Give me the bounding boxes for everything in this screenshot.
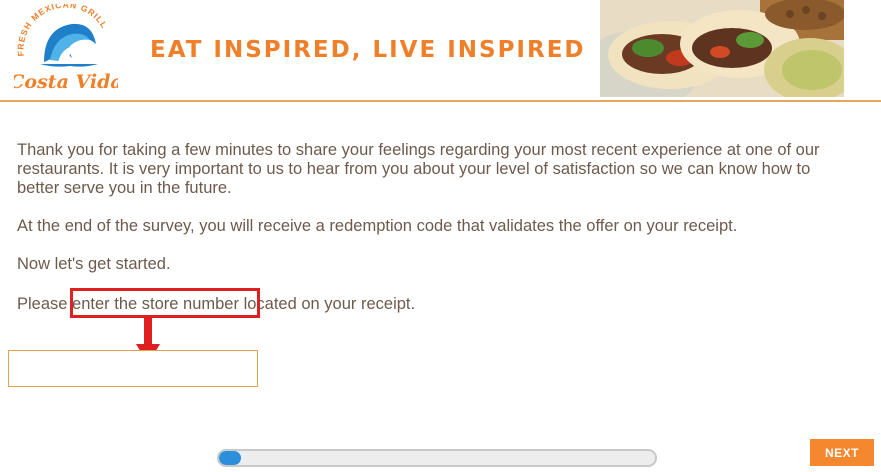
store-number-input[interactable] bbox=[8, 350, 258, 387]
wave-logo-icon bbox=[40, 23, 98, 67]
start-paragraph: Now let's get started. bbox=[17, 255, 171, 273]
tacos-photo-icon bbox=[600, 0, 844, 97]
store-prompt-suffix: located on your receipt. bbox=[238, 295, 416, 313]
store-prompt-prefix: Please bbox=[17, 295, 73, 313]
costa-vida-logo: FRESH MEXICAN GRILL Costa Vida bbox=[14, 4, 118, 93]
next-button[interactable]: NEXT bbox=[810, 439, 874, 466]
intro-paragraph: Thank you for taking a few minutes to sh… bbox=[17, 141, 820, 197]
header-divider bbox=[0, 100, 881, 102]
header: FRESH MEXICAN GRILL Costa Vida EAT INSPI… bbox=[0, 0, 881, 101]
annotation-highlight-box bbox=[70, 288, 260, 318]
offer-paragraph: At the end of the survey, you will recei… bbox=[17, 217, 738, 235]
logo-brand-text: Costa Vida bbox=[14, 71, 118, 93]
survey-page: FRESH MEXICAN GRILL Costa Vida EAT INSPI… bbox=[0, 0, 881, 472]
progress-bar-fill bbox=[219, 451, 241, 465]
header-tagline: EAT INSPIRED, LIVE INSPIRED bbox=[150, 37, 586, 63]
progress-bar bbox=[217, 449, 657, 467]
survey-intro: Thank you for taking a few minutes to sh… bbox=[17, 141, 857, 292]
